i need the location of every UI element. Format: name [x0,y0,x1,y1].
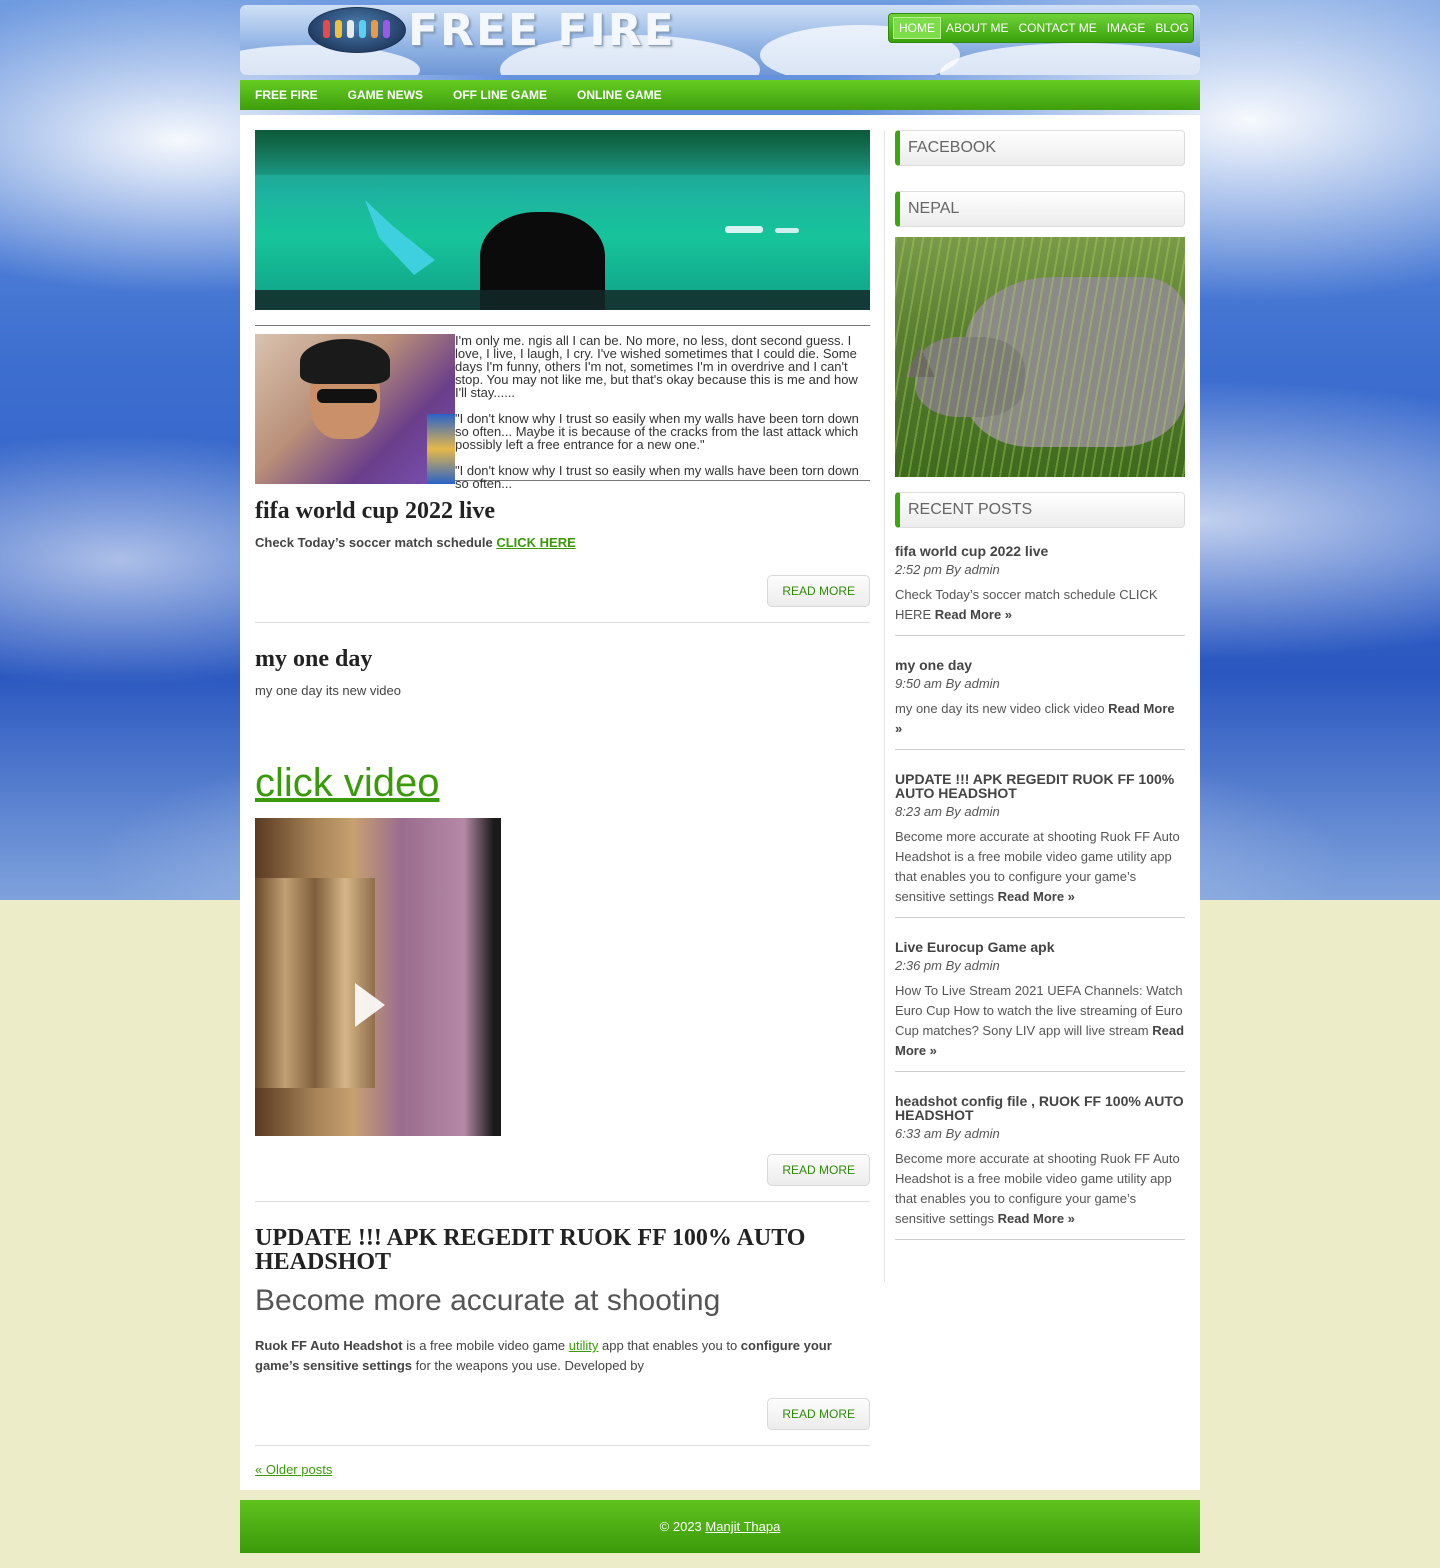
recent-post-title[interactable]: my one day [895,658,1185,672]
post-title[interactable]: fifa world cup 2022 live [255,499,870,523]
copyright-text: © 2023 [659,1519,706,1534]
profile-photo [255,334,455,484]
older-posts-link[interactable]: « Older posts [255,1462,870,1477]
recent-post-excerpt: my one day its new video click video [895,701,1109,716]
site-header: FREE FIRE HOME ABOUT ME CONTACT ME IMAGE… [240,5,1200,75]
recent-post-item: Live Eurocup Game apk 2:36 pm By admin H… [895,940,1185,1072]
content-area: I'm only me. ngis all I can be. No more,… [240,115,1200,1490]
recent-post-meta: 2:52 pm By admin [895,562,1000,577]
about-paragraph: "I don't know why I trust so easily when… [455,411,859,452]
column-divider [884,130,885,1282]
topnav-about-me[interactable]: ABOUT ME [941,18,1013,38]
main-column: I'm only me. ngis all I can be. No more,… [255,130,870,1477]
topnav-home[interactable]: HOME [893,17,941,39]
post-subheading: Become more accurate at shooting [255,1284,721,1317]
post-text-bold: Ruok FF Auto Headshot [255,1338,403,1353]
about-paragraph: "I don't know why I trust so easily when… [455,463,859,491]
post-my-one-day: my one day my one day its new video clic… [255,647,870,1202]
site-footer: © 2023 Manjit Thapa [240,1500,1200,1553]
recent-posts-title: RECENT POSTS [895,492,1185,528]
about-text: I'm only me. ngis all I can be. No more,… [455,334,870,490]
recent-post-meta: 2:36 pm By admin [895,958,1000,973]
post-body: my one day its new video [255,683,401,698]
video-thumbnail[interactable] [255,818,501,1136]
click-video-link[interactable]: click video [255,761,870,806]
mainnav-game-news[interactable]: GAME NEWS [348,88,423,102]
read-more-button[interactable]: READ MORE [767,1154,870,1186]
nepal-widget-title: NEPAL [895,191,1185,227]
post-body: Check Today’s soccer match schedule CLIC… [255,533,870,553]
sidebar: FACEBOOK NEPAL RECENT POSTS fifa world c… [895,130,1185,1240]
recent-post-read-more[interactable]: Read More » [935,607,1012,622]
topnav-blog[interactable]: BLOG [1150,18,1193,38]
post-body: Ruok FF Auto Headshot is a free mobile v… [255,1336,870,1376]
read-more-button[interactable]: READ MORE [767,575,870,607]
about-paragraph: I'm only me. ngis all I can be. No more,… [455,333,858,400]
recent-post-item: my one day 9:50 am By admin my one day i… [895,658,1185,750]
post-fifa: fifa world cup 2022 live Check Today’s s… [255,499,870,623]
logo-badge-image[interactable] [308,7,406,53]
post-text: app that enables you to [598,1338,741,1353]
mainnav-offline-game[interactable]: OFF LINE GAME [453,88,547,102]
main-navigation: FREE FIRE GAME NEWS OFF LINE GAME ONLINE… [240,80,1200,110]
click-here-link[interactable]: CLICK HERE [496,535,575,550]
recent-post-meta: 8:23 am By admin [895,804,1000,819]
recent-post-excerpt: How To Live Stream 2021 UEFA Channels: W… [895,983,1183,1038]
site-logo[interactable]: FREE FIRE [408,5,676,56]
post-text: for the weapons you use. Developed by [412,1358,645,1373]
recent-post-meta: 9:50 am By admin [895,676,1000,691]
recent-post-item: headshot config file , RUOK FF 100% AUTO… [895,1094,1185,1240]
about-section: I'm only me. ngis all I can be. No more,… [255,325,870,490]
recent-post-read-more[interactable]: Read More » [998,1211,1075,1226]
topnav-contact-me[interactable]: CONTACT ME [1013,18,1101,38]
mainnav-free-fire[interactable]: FREE FIRE [255,88,318,102]
rhino-image [895,237,1185,477]
mainnav-online-game[interactable]: ONLINE GAME [577,88,662,102]
post-title[interactable]: my one day [255,647,870,671]
post-title[interactable]: UPDATE !!! APK REGEDIT RUOK FF 100% AUTO… [255,1226,870,1274]
facebook-widget-title: FACEBOOK [895,130,1185,166]
recent-post-item: fifa world cup 2022 live 2:52 pm By admi… [895,544,1185,636]
post-text: Check Today’s soccer match schedule [255,535,497,550]
topnav-image[interactable]: IMAGE [1102,18,1151,38]
utility-link[interactable]: utility [569,1338,599,1353]
post-update-apk: UPDATE !!! APK REGEDIT RUOK FF 100% AUTO… [255,1226,870,1446]
recent-post-title[interactable]: Live Eurocup Game apk [895,940,1185,954]
recent-post-meta: 6:33 am By admin [895,1126,1000,1141]
recent-posts-list: fifa world cup 2022 live 2:52 pm By admi… [895,544,1185,1240]
recent-post-title[interactable]: headshot config file , RUOK FF 100% AUTO… [895,1094,1185,1122]
top-navigation: HOME ABOUT ME CONTACT ME IMAGE BLOG [888,13,1194,43]
read-more-button[interactable]: READ MORE [767,1398,870,1430]
recent-post-title[interactable]: fifa world cup 2022 live [895,544,1185,558]
header-banner-image [255,130,870,310]
play-icon[interactable] [355,983,385,1027]
recent-post-item: UPDATE !!! APK REGEDIT RUOK FF 100% AUTO… [895,772,1185,918]
recent-post-title[interactable]: UPDATE !!! APK REGEDIT RUOK FF 100% AUTO… [895,772,1185,800]
author-link[interactable]: Manjit Thapa [705,1519,780,1534]
recent-post-read-more[interactable]: Read More » [998,889,1075,904]
post-text: is a free mobile video game [402,1338,569,1353]
